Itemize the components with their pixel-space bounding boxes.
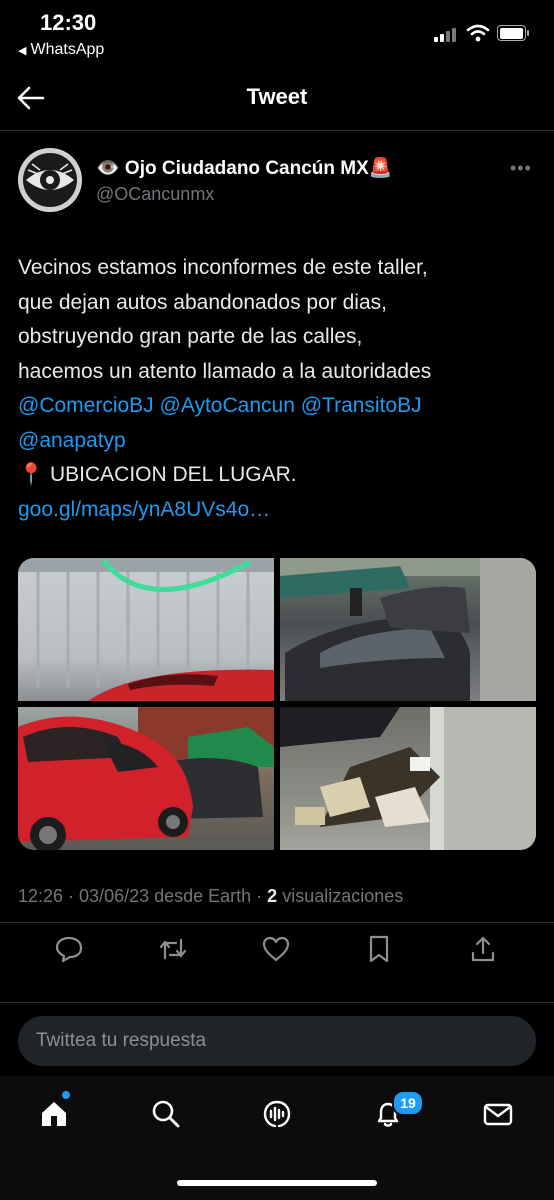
map-link[interactable]: goo.gl/maps/ynA8UVs4o… [18, 498, 270, 521]
media-photo-red-car[interactable] [18, 707, 274, 850]
media-photo-garage-door[interactable] [18, 558, 274, 701]
reply-input[interactable]: Twittea tu respuesta [18, 1016, 536, 1066]
wifi-icon [466, 24, 490, 42]
tweet-text-line: Vecinos estamos inconformes de este tall… [18, 256, 428, 279]
mention-link[interactable]: @AytoCancun [160, 394, 295, 417]
reply-placeholder: Twittea tu respuesta [36, 1030, 207, 1051]
views-count: 2 [267, 886, 278, 906]
author-name[interactable]: 👁️ Ojo Ciudadano Cancún MX🚨 [96, 156, 392, 180]
timestamp: 12:26 · 03/06/23 desde Earth · [18, 886, 268, 906]
avatar[interactable] [18, 148, 82, 212]
battery-icon [497, 25, 529, 41]
tweet-text-line: obstruyendo gran parte de las calles, [18, 325, 363, 348]
actions-divider [0, 1002, 554, 1003]
location-line: 📍 UBICACION DEL LUGAR. [18, 463, 297, 486]
more-options-icon[interactable]: ••• [510, 158, 532, 179]
home-icon[interactable] [38, 1098, 70, 1130]
spaces-icon[interactable] [261, 1098, 293, 1130]
mention-link[interactable]: @TransitoBJ [301, 394, 422, 417]
like-icon[interactable] [261, 934, 291, 964]
views-label: visualizaciones [277, 886, 404, 906]
mention-link[interactable]: @ComercioBJ [18, 394, 154, 417]
eye-logo-icon [19, 149, 81, 211]
search-icon[interactable] [150, 1098, 182, 1130]
back-to-app-link[interactable]: ◀ WhatsApp [18, 41, 104, 59]
share-icon[interactable] [468, 934, 498, 964]
header-divider [0, 130, 554, 131]
meta-divider [0, 922, 554, 923]
retweet-icon[interactable] [158, 934, 188, 964]
back-app-label: WhatsApp [30, 41, 105, 58]
back-triangle-icon: ◀ [18, 45, 27, 57]
status-time: 12:30 [40, 10, 97, 35]
media-photo-street-car[interactable] [280, 558, 536, 701]
page-title: Tweet [246, 84, 308, 109]
reply-icon[interactable] [54, 934, 84, 964]
notifications-badge: 19 [392, 1090, 424, 1116]
messages-icon[interactable] [482, 1098, 514, 1130]
mention-link[interactable]: @anapatyp [18, 429, 126, 452]
home-indicator [177, 1180, 377, 1186]
media-photo-trash-sidewalk[interactable] [280, 707, 536, 850]
tweet-meta: 12:26 · 03/06/23 desde Earth · 2 visuali… [18, 886, 403, 907]
home-notification-dot [62, 1091, 70, 1099]
tweet-text-line: hacemos un atento llamado a la autoridad… [18, 359, 432, 383]
tweet-text-line: que dejan autos abandonados por dias, [18, 290, 387, 314]
signal-icon [434, 28, 460, 42]
bookmark-icon[interactable] [364, 934, 394, 964]
tweet-text: Vecinos estamos inconformes de este tall… [18, 251, 538, 527]
author-handle[interactable]: @OCancunmx [96, 184, 214, 205]
